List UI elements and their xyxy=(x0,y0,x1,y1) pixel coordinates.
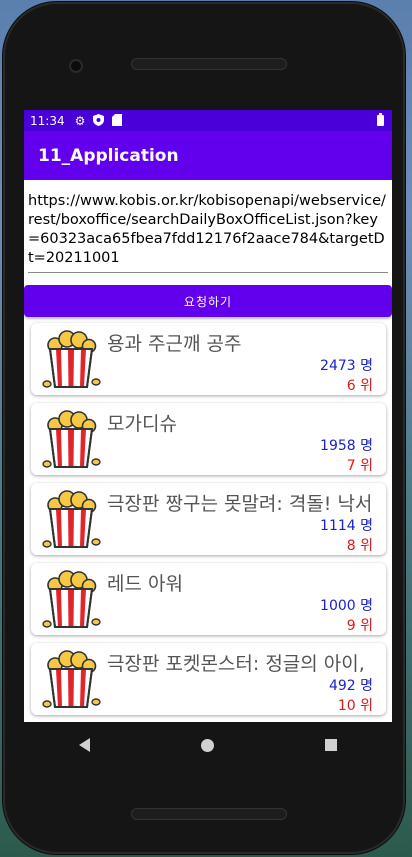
gear-icon: ⚙ xyxy=(74,113,86,128)
movie-title: 레드 아워 xyxy=(107,573,183,595)
audience-count: 492 명 xyxy=(328,678,373,694)
movie-title: 극장판 포켓몬스터: 정글의 아이, xyxy=(107,653,365,675)
app-screen: 11:34 ⚙ 11_Application https://www.kobis… xyxy=(24,110,392,722)
request-button[interactable]: 요청하기 xyxy=(24,285,392,317)
movie-card[interactable]: 극장판 포켓몬스터: 정글의 아이, 492 명 10 위 xyxy=(31,643,386,715)
popcorn-icon xyxy=(42,490,101,548)
back-icon[interactable] xyxy=(79,738,91,752)
app-bar: 11_Application xyxy=(24,131,392,180)
bottom-speaker xyxy=(131,808,287,820)
phone-frame: 11:34 ⚙ 11_Application https://www.kobis… xyxy=(3,2,405,854)
movie-rank: 9 위 xyxy=(346,618,373,634)
earpiece-speaker xyxy=(131,58,287,70)
movie-rank: 7 위 xyxy=(346,458,373,474)
front-camera xyxy=(69,59,83,73)
movie-card[interactable]: 모가디슈 1958 명 7 위 xyxy=(31,403,386,475)
recents-icon[interactable] xyxy=(324,739,337,751)
status-time: 11:34 xyxy=(30,113,65,128)
url-input[interactable]: https://www.kobis.or.kr/kobisopenapi/web… xyxy=(28,192,388,273)
sd-card-icon xyxy=(112,113,123,128)
home-icon[interactable] xyxy=(200,738,214,752)
movie-list[interactable]: 용과 주근깨 공주 2473 명 6 위 모가디슈 1958 명 7 위 극장판… xyxy=(24,323,392,715)
shield-icon xyxy=(93,113,105,128)
audience-count: 1114 명 xyxy=(320,518,373,534)
movie-rank: 10 위 xyxy=(337,698,373,714)
app-title: 11_Application xyxy=(38,145,179,166)
popcorn-icon xyxy=(42,410,101,468)
popcorn-icon xyxy=(42,330,101,388)
audience-count: 1000 명 xyxy=(320,598,373,614)
popcorn-icon xyxy=(42,570,101,628)
movie-rank: 6 위 xyxy=(346,378,373,394)
movie-rank: 8 위 xyxy=(346,538,373,554)
status-bar: 11:34 ⚙ xyxy=(24,110,392,131)
popcorn-icon xyxy=(42,650,101,708)
battery-icon xyxy=(377,113,384,126)
movie-card[interactable]: 레드 아워 1000 명 9 위 xyxy=(31,563,386,635)
movie-title: 극장판 짱구는 못말려: 격돌! 낙서 xyxy=(107,493,373,515)
movie-title: 모가디슈 xyxy=(107,413,177,435)
audience-count: 2473 명 xyxy=(320,358,373,374)
movie-card[interactable]: 극장판 짱구는 못말려: 격돌! 낙서 1114 명 8 위 xyxy=(31,483,386,555)
movie-card[interactable]: 용과 주근깨 공주 2473 명 6 위 xyxy=(31,323,386,395)
audience-count: 1958 명 xyxy=(320,438,373,454)
movie-title: 용과 주근깨 공주 xyxy=(107,333,242,355)
navigation-bar xyxy=(24,722,392,768)
